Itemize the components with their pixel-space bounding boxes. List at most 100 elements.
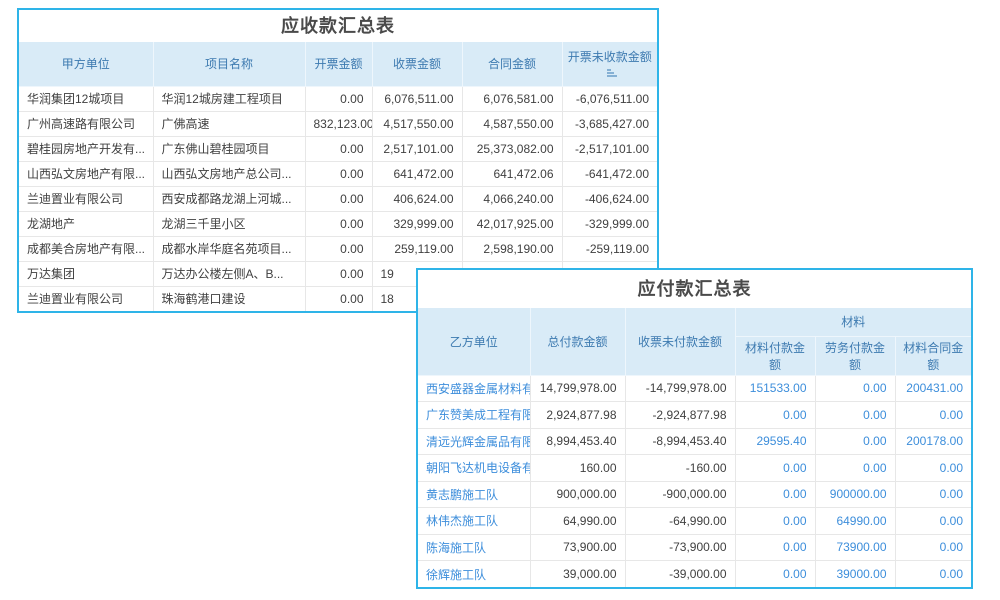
table-row: 清远光辉金属品有限 8,994,453.40 -8,994,453.40 295… <box>418 428 971 455</box>
cell-invoice: 832,123.00 <box>305 111 372 136</box>
col-header-contract-amount[interactable]: 合同金额 <box>462 42 562 86</box>
col-group-header-materials: 材料 <box>735 308 971 336</box>
table-row: 广东赞美成工程有限 2,924,877.98 -2,924,877.98 0.0… <box>418 402 971 429</box>
cell-material-payment[interactable]: 0.00 <box>735 455 815 482</box>
cell-unreceived: -406,624.00 <box>562 186 657 211</box>
cell-project: 广东佛山碧桂园项目 <box>153 136 305 161</box>
cell-receipt: 259,119.00 <box>372 236 462 261</box>
col-header-receipted-unpaid[interactable]: 收票未付款金额 <box>625 308 735 375</box>
table-row: 林伟杰施工队 64,990.00 -64,990.00 0.00 64990.0… <box>418 508 971 535</box>
cell-party-a: 兰迪置业有限公司 <box>19 186 153 211</box>
payables-body: 西安盛器金属材料有 14,799,978.00 -14,799,978.00 1… <box>418 375 971 587</box>
cell-labor-payment[interactable]: 0.00 <box>815 455 895 482</box>
cell-material-payment[interactable]: 0.00 <box>735 402 815 429</box>
cell-receipted-unpaid: -160.00 <box>625 455 735 482</box>
cell-receipt: 4,517,550.00 <box>372 111 462 136</box>
cell-material-contract[interactable]: 200178.00 <box>895 428 971 455</box>
cell-project: 成都水岸华庭名苑项目... <box>153 236 305 261</box>
cell-labor-payment[interactable]: 900000.00 <box>815 481 895 508</box>
cell-project: 华润12城房建工程项目 <box>153 86 305 111</box>
col-header-material-contract[interactable]: 材料合同金额 <box>895 336 971 375</box>
cell-material-contract[interactable]: 200431.00 <box>895 375 971 402</box>
cell-total-payment: 73,900.00 <box>530 534 625 561</box>
cell-material-contract[interactable]: 0.00 <box>895 455 971 482</box>
receivables-title: 应收款汇总表 <box>19 10 657 42</box>
receivables-header-row: 甲方单位 项目名称 开票金额 收票金额 合同金额 开票未收款金额 <box>19 42 657 86</box>
payables-card: 应付款汇总表 乙方单位 总付款金额 收票未付款金额 材料 材料付款金额 劳务付款… <box>416 268 973 589</box>
cell-invoice: 0.00 <box>305 161 372 186</box>
cell-receipted-unpaid: -73,900.00 <box>625 534 735 561</box>
cell-party-b-link[interactable]: 林伟杰施工队 <box>418 508 530 535</box>
payables-grid: 乙方单位 总付款金额 收票未付款金额 材料 材料付款金额 劳务付款金额 材料合同… <box>418 308 971 587</box>
cell-receipted-unpaid: -2,924,877.98 <box>625 402 735 429</box>
cell-invoice: 0.00 <box>305 186 372 211</box>
cell-invoice: 0.00 <box>305 286 372 311</box>
col-header-labor-payment[interactable]: 劳务付款金额 <box>815 336 895 375</box>
cell-contract: 2,598,190.00 <box>462 236 562 261</box>
cell-material-payment[interactable]: 29595.40 <box>735 428 815 455</box>
table-row: 兰迪置业有限公司 西安成都路龙湖上河城... 0.00 406,624.00 4… <box>19 186 657 211</box>
cell-material-contract[interactable]: 0.00 <box>895 534 971 561</box>
cell-party-b-link[interactable]: 陈海施工队 <box>418 534 530 561</box>
cell-labor-payment[interactable]: 64990.00 <box>815 508 895 535</box>
cell-labor-payment[interactable]: 39000.00 <box>815 561 895 588</box>
cell-contract: 6,076,581.00 <box>462 86 562 111</box>
cell-party-a: 龙湖地产 <box>19 211 153 236</box>
cell-party-b-link[interactable]: 徐辉施工队 <box>418 561 530 588</box>
payables-header-row-1: 乙方单位 总付款金额 收票未付款金额 材料 <box>418 308 971 336</box>
cell-party-b-link[interactable]: 广东赞美成工程有限 <box>418 402 530 429</box>
cell-labor-payment[interactable]: 0.00 <box>815 428 895 455</box>
cell-material-payment[interactable]: 0.00 <box>735 561 815 588</box>
cell-material-contract[interactable]: 0.00 <box>895 481 971 508</box>
col-header-label: 开票未收款金额 <box>568 50 652 64</box>
cell-invoice: 0.00 <box>305 86 372 111</box>
col-header-total-payment[interactable]: 总付款金额 <box>530 308 625 375</box>
col-header-party-b-unit[interactable]: 乙方单位 <box>418 308 530 375</box>
payables-title: 应付款汇总表 <box>418 270 971 308</box>
table-row: 龙湖地产 龙湖三千里小区 0.00 329,999.00 42,017,925.… <box>19 211 657 236</box>
cell-receipted-unpaid: -14,799,978.00 <box>625 375 735 402</box>
table-row: 陈海施工队 73,900.00 -73,900.00 0.00 73900.00… <box>418 534 971 561</box>
cell-party-b-link[interactable]: 西安盛器金属材料有 <box>418 375 530 402</box>
cell-receipt: 2,517,101.00 <box>372 136 462 161</box>
cell-material-payment[interactable]: 0.00 <box>735 481 815 508</box>
cell-receipt: 406,624.00 <box>372 186 462 211</box>
table-row: 西安盛器金属材料有 14,799,978.00 -14,799,978.00 1… <box>418 375 971 402</box>
col-header-material-payment[interactable]: 材料付款金额 <box>735 336 815 375</box>
cell-unreceived: -3,685,427.00 <box>562 111 657 136</box>
cell-unreceived: -259,119.00 <box>562 236 657 261</box>
cell-receipted-unpaid: -64,990.00 <box>625 508 735 535</box>
cell-material-payment[interactable]: 151533.00 <box>735 375 815 402</box>
cell-invoice: 0.00 <box>305 136 372 161</box>
cell-material-contract[interactable]: 0.00 <box>895 402 971 429</box>
cell-party-b-link[interactable]: 黄志鹏施工队 <box>418 481 530 508</box>
cell-total-payment: 8,994,453.40 <box>530 428 625 455</box>
cell-party-a: 广州高速路有限公司 <box>19 111 153 136</box>
cell-invoice: 0.00 <box>305 261 372 286</box>
cell-total-payment: 160.00 <box>530 455 625 482</box>
cell-labor-payment[interactable]: 73900.00 <box>815 534 895 561</box>
cell-material-payment[interactable]: 0.00 <box>735 534 815 561</box>
cell-total-payment: 64,990.00 <box>530 508 625 535</box>
cell-labor-payment[interactable]: 0.00 <box>815 402 895 429</box>
col-header-receipt-amount[interactable]: 收票金额 <box>372 42 462 86</box>
cell-material-payment[interactable]: 0.00 <box>735 508 815 535</box>
col-header-party-a-unit[interactable]: 甲方单位 <box>19 42 153 86</box>
cell-receipt: 329,999.00 <box>372 211 462 236</box>
cell-contract: 25,373,082.00 <box>462 136 562 161</box>
col-header-invoiced-unreceived-amount[interactable]: 开票未收款金额 <box>562 42 657 86</box>
cell-total-payment: 900,000.00 <box>530 481 625 508</box>
cell-party-b-link[interactable]: 清远光辉金属品有限 <box>418 428 530 455</box>
cell-material-contract[interactable]: 0.00 <box>895 561 971 588</box>
cell-party-b-link[interactable]: 朝阳飞达机电设备有 <box>418 455 530 482</box>
col-header-invoice-amount[interactable]: 开票金额 <box>305 42 372 86</box>
cell-party-a: 碧桂园房地产开发有... <box>19 136 153 161</box>
cell-labor-payment[interactable]: 0.00 <box>815 375 895 402</box>
cell-receipt: 641,472.00 <box>372 161 462 186</box>
table-row: 山西弘文房地产有限... 山西弘文房地产总公司... 0.00 641,472.… <box>19 161 657 186</box>
cell-material-contract[interactable]: 0.00 <box>895 508 971 535</box>
cell-unreceived: -6,076,511.00 <box>562 86 657 111</box>
col-header-project-name[interactable]: 项目名称 <box>153 42 305 86</box>
sort-icon[interactable] <box>607 68 617 77</box>
cell-party-a: 华润集团12城项目 <box>19 86 153 111</box>
